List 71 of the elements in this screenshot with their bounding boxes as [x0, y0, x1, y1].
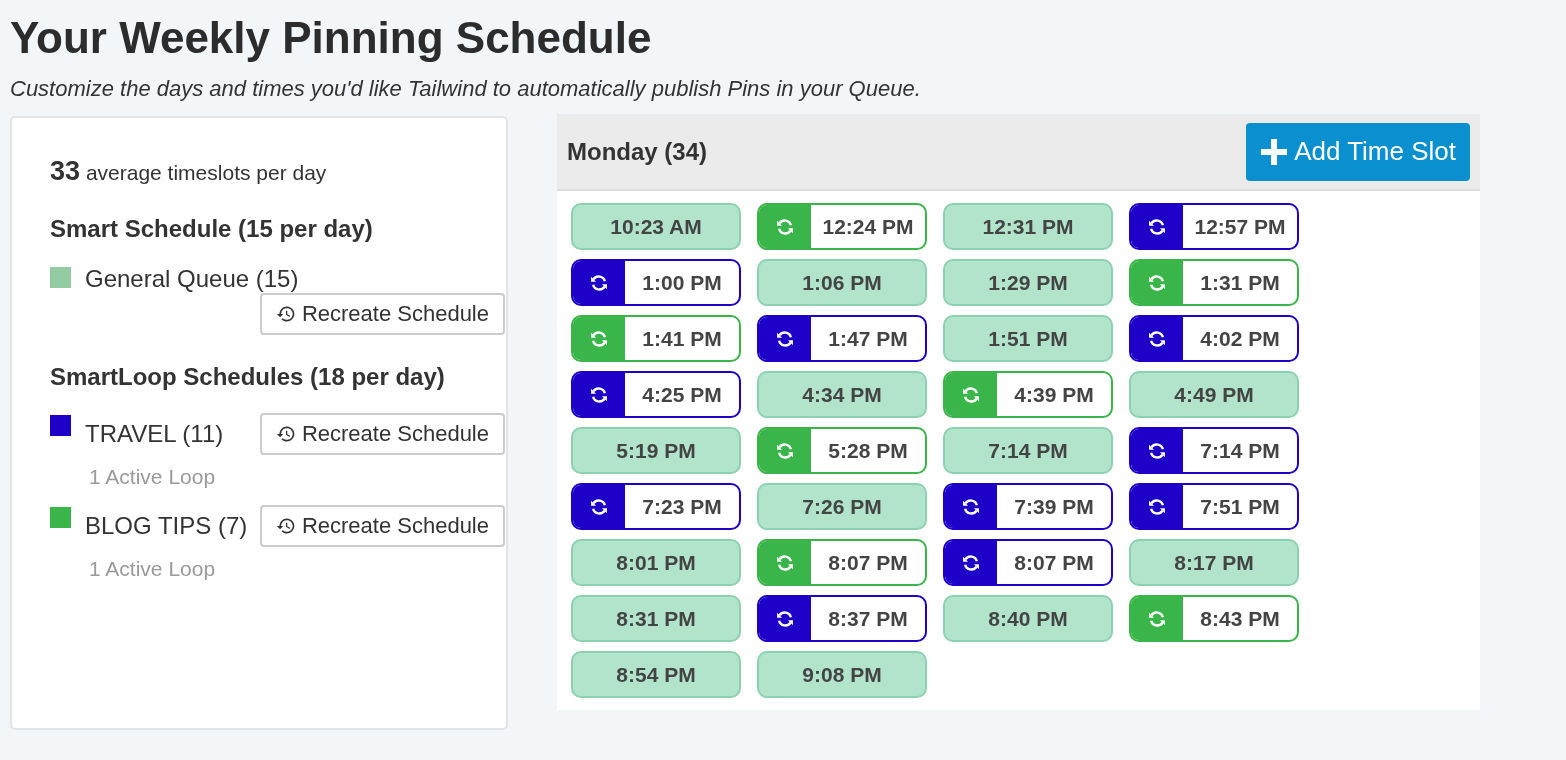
time-slot[interactable]: 10:23 AM — [571, 203, 741, 250]
time-slot[interactable]: 1:06 PM — [757, 259, 927, 306]
recreate-schedule-button[interactable]: Recreate Schedule — [259, 505, 505, 547]
history-icon — [275, 304, 296, 324]
time-slot[interactable]: 8:07 PM — [757, 539, 927, 586]
refresh-icon — [961, 496, 981, 517]
time-slot[interactable]: 4:39 PM — [943, 371, 1113, 418]
time-slot[interactable]: 1:51 PM — [943, 315, 1113, 362]
refresh-icon — [589, 496, 609, 517]
history-icon — [275, 424, 296, 444]
refresh-icon — [775, 440, 795, 461]
time-slot[interactable]: 7:23 PM — [571, 483, 741, 530]
section-heading: Smart Schedule (15 per day) — [50, 214, 374, 244]
refresh-icon — [1147, 496, 1167, 517]
time-slot[interactable]: 9:08 PM — [757, 651, 927, 698]
time-slot[interactable]: 5:19 PM — [571, 427, 741, 474]
refresh-icon — [1147, 216, 1167, 237]
refresh-icon — [1147, 272, 1167, 293]
time-slot[interactable]: 7:14 PM — [1129, 427, 1299, 474]
add-time-slot-button[interactable]: Add Time Slot — [1246, 122, 1470, 181]
time-slot[interactable]: 12:31 PM — [943, 203, 1113, 250]
time-slot[interactable]: 4:34 PM — [757, 371, 927, 418]
time-slot[interactable]: 12:24 PM — [757, 203, 927, 250]
loop-count: 1 Active Loop — [89, 557, 216, 581]
refresh-icon — [1147, 440, 1167, 461]
time-slot[interactable]: 7:26 PM — [757, 483, 927, 530]
section-heading: SmartLoop Schedules (18 per day) — [50, 362, 446, 392]
summary-text: 33 average timeslots per day — [50, 156, 327, 187]
refresh-icon — [961, 552, 981, 573]
time-slot[interactable]: 8:07 PM — [943, 539, 1113, 586]
page-subtitle: Customize the days and times you'd like Tailwind to automatically publish Pins in your Queue. — [10, 75, 921, 103]
schedule-name: General Queue (15) — [85, 265, 299, 293]
refresh-icon — [775, 328, 795, 349]
refresh-icon — [775, 216, 795, 237]
time-slot[interactable]: 1:41 PM — [571, 315, 741, 362]
page-title: Your Weekly Pinning Schedule — [9, 12, 653, 64]
refresh-icon — [961, 384, 981, 405]
recreate-schedule-button[interactable]: Recreate Schedule — [259, 413, 505, 455]
time-slot[interactable]: 1:29 PM — [943, 259, 1113, 306]
refresh-icon — [589, 384, 609, 405]
time-slot[interactable]: 7:51 PM — [1129, 483, 1299, 530]
time-slot[interactable]: 12:57 PM — [1129, 203, 1299, 250]
time-slot[interactable]: 1:31 PM — [1129, 259, 1299, 306]
time-slot[interactable]: 1:47 PM — [757, 315, 927, 362]
time-slot[interactable]: 7:14 PM — [943, 427, 1113, 474]
time-slot[interactable]: 8:01 PM — [571, 539, 741, 586]
time-slot[interactable]: 4:02 PM — [1129, 315, 1299, 362]
time-slot[interactable]: 8:37 PM — [757, 595, 927, 642]
history-icon — [275, 516, 296, 536]
refresh-icon — [1147, 328, 1167, 349]
schedule-name: TRAVEL (11) — [85, 420, 224, 448]
time-slot[interactable]: 4:49 PM — [1129, 371, 1299, 418]
time-slot[interactable]: 8:17 PM — [1129, 539, 1299, 586]
loop-count: 1 Active Loop — [89, 465, 216, 489]
refresh-icon — [775, 608, 795, 629]
time-slot[interactable]: 4:25 PM — [571, 371, 741, 418]
time-slot[interactable]: 5:28 PM — [757, 427, 927, 474]
time-slot[interactable]: 7:39 PM — [943, 483, 1113, 530]
refresh-icon — [775, 552, 795, 573]
time-slot[interactable]: 8:54 PM — [571, 651, 741, 698]
time-slot[interactable]: 1:00 PM — [571, 259, 741, 306]
recreate-schedule-button[interactable]: Recreate Schedule — [259, 293, 505, 335]
refresh-icon — [589, 328, 609, 349]
day-title: Monday (34) — [567, 137, 707, 166]
time-slot[interactable]: 8:40 PM — [943, 595, 1113, 642]
time-slot[interactable]: 8:43 PM — [1129, 595, 1299, 642]
time-slot[interactable]: 8:31 PM — [571, 595, 741, 642]
schedule-name: BLOG TIPS (7) — [85, 512, 248, 540]
refresh-icon — [1147, 608, 1167, 629]
refresh-icon — [589, 272, 609, 293]
plus-icon — [1260, 137, 1289, 166]
